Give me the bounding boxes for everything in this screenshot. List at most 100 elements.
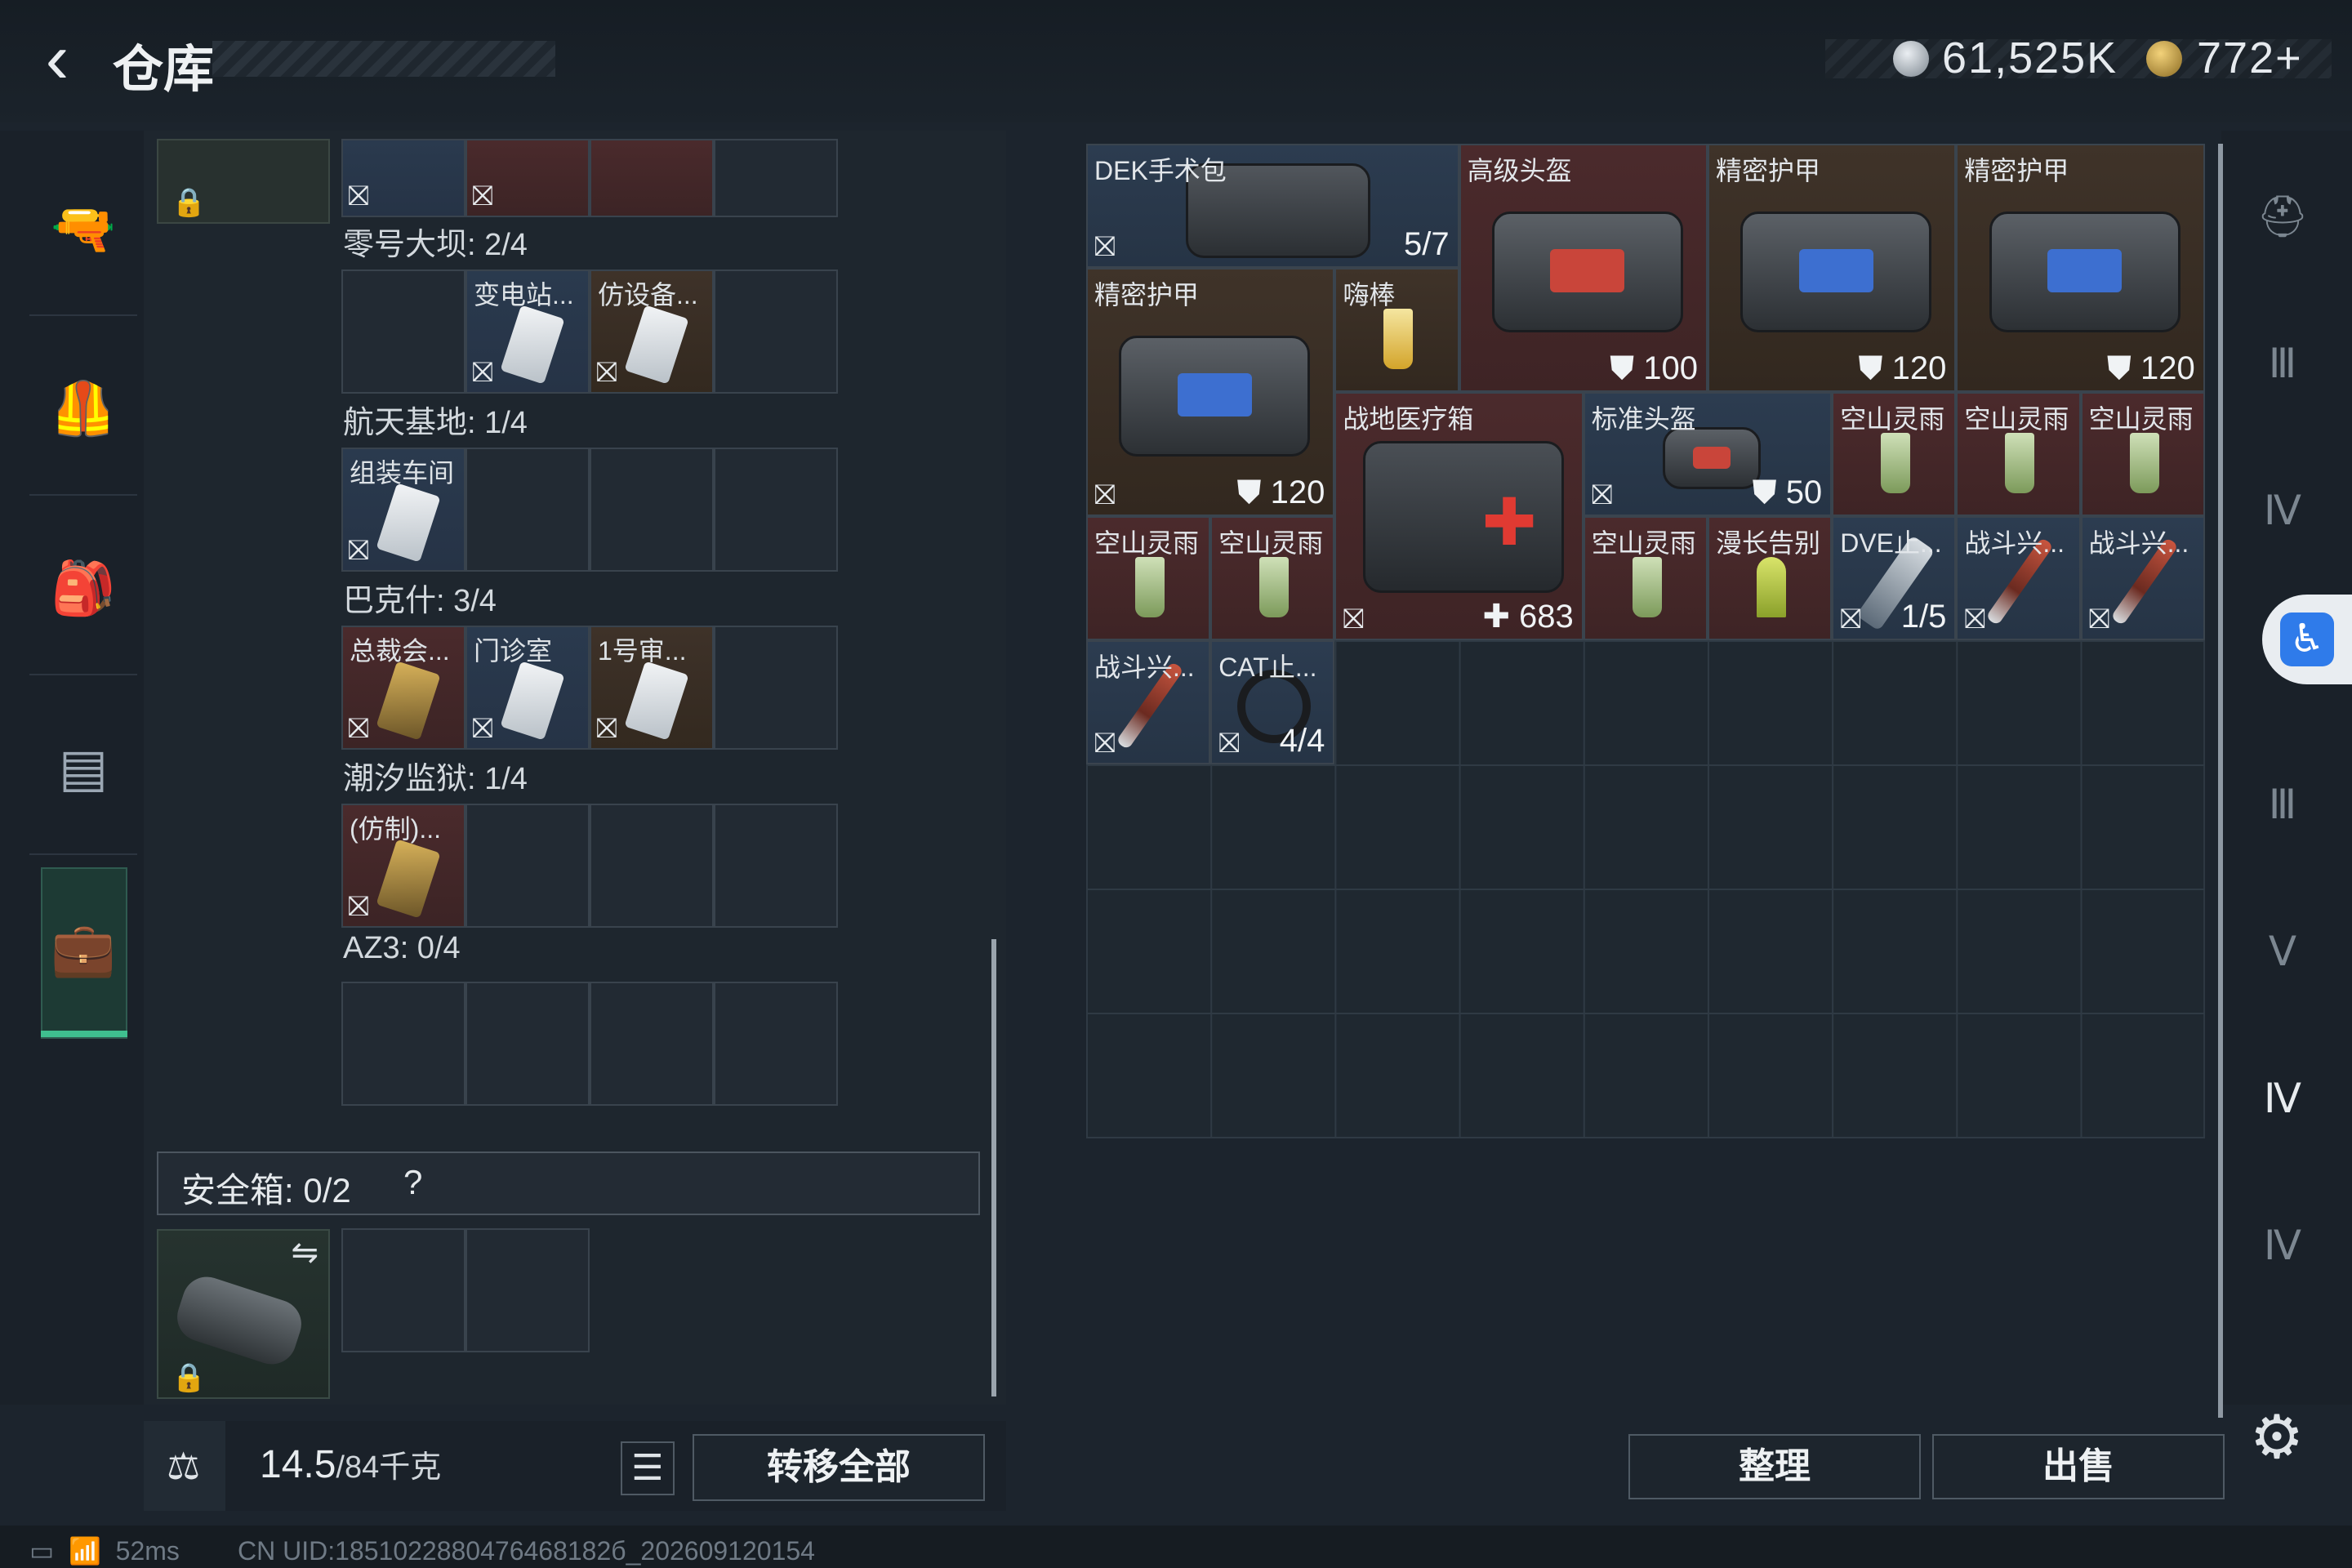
- keycard-name: 1号审...: [598, 636, 687, 666]
- safebox-slot[interactable]: [466, 1228, 590, 1352]
- item-name: 精密护甲: [1094, 280, 1200, 310]
- sort-button[interactable]: 整理: [1628, 1434, 1921, 1499]
- stash-item-spray[interactable]: DVE止... 1/5 ⛝: [1832, 516, 1957, 640]
- stash-item-drink[interactable]: 空山灵雨: [1583, 516, 1708, 640]
- keycard-name: 门诊室: [474, 636, 553, 666]
- tier5-camera-icon[interactable]: Ⅴ: [2238, 906, 2328, 996]
- stash-item-drink[interactable]: 嗨棒: [1334, 268, 1459, 392]
- keycard-slot[interactable]: (仿制)... ⛝: [341, 804, 466, 928]
- item-name: 空山灵雨: [1964, 404, 2069, 434]
- keycard-slot[interactable]: 1号审... ⛝: [590, 626, 714, 750]
- stash-item-drink[interactable]: 空山灵雨: [2080, 392, 2205, 516]
- helmet-icon[interactable]: ⛑: [2238, 172, 2328, 261]
- sell-button[interactable]: 出售: [1932, 1434, 2225, 1499]
- tier3-weapon-icon[interactable]: Ⅲ: [2238, 318, 2328, 408]
- item-value-badge: ⛊ 120: [1859, 350, 1947, 387]
- safebox-slot[interactable]: [341, 1228, 466, 1352]
- stash-item-injector[interactable]: 战斗兴... ⛝: [1086, 640, 1211, 764]
- keycard-slot[interactable]: [714, 448, 838, 572]
- armor-bag-icon: [1119, 336, 1311, 457]
- stash-item-medkit[interactable]: ✚ 战地医疗箱 ✚ 683 ⛝: [1334, 392, 1584, 640]
- item-value-badge: ⛊ 120: [2107, 350, 2195, 387]
- battery-icon: ▭: [29, 1536, 55, 1566]
- stash-item-helmet[interactable]: 高级头盔 ⛊ 100: [1459, 144, 1708, 392]
- stash-item-drink[interactable]: 空山灵雨: [1086, 516, 1211, 640]
- swap-icon[interactable]: ⇋: [291, 1234, 318, 1272]
- tier4-medical-icon[interactable]: Ⅳ: [2238, 1054, 2328, 1143]
- right-scrollbar[interactable]: [2218, 144, 2223, 1418]
- toolbox-icon[interactable]: 💼: [29, 867, 137, 1031]
- durability-shield-icon: ⛊: [1858, 350, 1892, 386]
- stash-item-drink[interactable]: 空山灵雨: [1956, 392, 2081, 516]
- item-name: 标准头盔: [1591, 404, 1696, 434]
- item-name: 战斗兴...: [1964, 528, 2065, 558]
- keycard-slot[interactable]: [590, 982, 714, 1106]
- keycard-slot[interactable]: [466, 982, 590, 1106]
- stash-item-armor[interactable]: 精密护甲 ⛊ 120 ⛝: [1086, 268, 1335, 516]
- keycard-slot[interactable]: [466, 804, 590, 928]
- map-progress-label: 零号大坝: 2/4: [343, 228, 528, 262]
- gear-icon[interactable]: ⚙: [2244, 1405, 2310, 1470]
- helmet-bag-icon: [1662, 426, 1761, 490]
- keycard-slot[interactable]: [714, 626, 838, 750]
- drink-icon: [2005, 433, 2035, 493]
- stash-item-injector[interactable]: 战斗兴... ⛝: [2080, 516, 2205, 640]
- item-name: 空山灵雨: [1840, 404, 1945, 434]
- status-text: ▭ 📶 52ms CN UID:1851022880476468182б_202…: [29, 1535, 815, 1566]
- accessibility-icon[interactable]: ♿: [2280, 612, 2334, 666]
- stash-item-drink[interactable]: 空山灵雨: [1210, 516, 1335, 640]
- safebox-help-icon[interactable]: ?: [403, 1163, 422, 1202]
- stash-item-drink[interactable]: 空山灵雨: [1832, 392, 1957, 516]
- tier3-box-icon[interactable]: Ⅲ: [2238, 760, 2328, 849]
- gun-icon[interactable]: 🔫: [29, 147, 137, 310]
- weight-readout: 14.5/84千克: [260, 1441, 441, 1487]
- bag-patch: [2047, 248, 2123, 293]
- keycard-slot[interactable]: [341, 270, 466, 394]
- durability-shield-icon: ⛊: [1752, 474, 1786, 510]
- keycard-slot[interactable]: 门诊室 ⛝: [466, 626, 590, 750]
- partial-case-slot[interactable]: 🔒: [157, 139, 330, 224]
- stash-item-helmet[interactable]: 标准头盔 ⛊ 50 ⛝: [1583, 392, 1833, 516]
- keycard-slot[interactable]: [590, 804, 714, 928]
- keycard-slot[interactable]: 总裁会... ⛝: [341, 626, 466, 750]
- chest-rig-icon[interactable]: ▤: [29, 686, 137, 849]
- weight-icon: ⚖: [167, 1445, 201, 1487]
- keycard-slot[interactable]: 变电站... ⛝: [466, 270, 590, 394]
- keycard-slot[interactable]: [341, 982, 466, 1106]
- left-scrollbar[interactable]: [991, 939, 996, 1396]
- item-name: 漫长告别: [1716, 528, 1821, 558]
- keycard-slot[interactable]: [466, 448, 590, 572]
- backpack-icon[interactable]: 🎒: [29, 506, 137, 670]
- keycard-slot[interactable]: [714, 804, 838, 928]
- drink-icon: [1135, 557, 1165, 617]
- item-value: 120: [1891, 350, 1947, 386]
- list-view-button[interactable]: ☰: [621, 1441, 675, 1495]
- item-value: 100: [1643, 350, 1698, 386]
- item-name: 精密护甲: [1716, 156, 1821, 185]
- stash-item-tourniquet[interactable]: CAT止... 4/4 ⛝: [1210, 640, 1335, 764]
- map-progress-label: 航天基地: 1/4: [343, 406, 528, 440]
- keycard-slot[interactable]: 仿设备... ⛝: [590, 270, 714, 394]
- keycard-slot[interactable]: [714, 270, 838, 394]
- safe-case-slot[interactable]: ⇋ 🔒: [157, 1229, 330, 1399]
- keycard-slot[interactable]: [714, 982, 838, 1106]
- currency-gold-amount[interactable]: 772+: [2197, 33, 2303, 83]
- tier4-folder-icon[interactable]: Ⅳ: [2238, 466, 2328, 555]
- armor-vest-icon[interactable]: 🦺: [29, 327, 137, 490]
- no-trade-icon: ⛝: [348, 891, 369, 922]
- item-value-badge: 5/7: [1404, 226, 1450, 263]
- keycard-slot[interactable]: 组装车间 ⛝: [341, 448, 466, 572]
- stash-item-injector[interactable]: 战斗兴... ⛝: [1956, 516, 2081, 640]
- stash-item-drink[interactable]: 漫长告别: [1708, 516, 1833, 640]
- drink-icon: [1383, 309, 1414, 369]
- item-value: 4/4: [1279, 723, 1325, 759]
- stash-item-armor[interactable]: 精密护甲 ⛊ 120: [1956, 144, 2205, 392]
- tier4-camera-icon[interactable]: Ⅳ: [2238, 1200, 2328, 1290]
- transfer-all-button[interactable]: 转移全部: [693, 1434, 985, 1501]
- keycard-slot[interactable]: [590, 448, 714, 572]
- stash-item-surgery[interactable]: DEK手术包 5/7 ⛝: [1086, 144, 1459, 268]
- stash-item-armor[interactable]: 精密护甲 ⛊ 120: [1708, 144, 1957, 392]
- back-arrow-icon[interactable]: ‹: [24, 24, 90, 94]
- health-icon: ✚: [1482, 599, 1520, 635]
- no-trade-icon: ⛝: [472, 713, 493, 744]
